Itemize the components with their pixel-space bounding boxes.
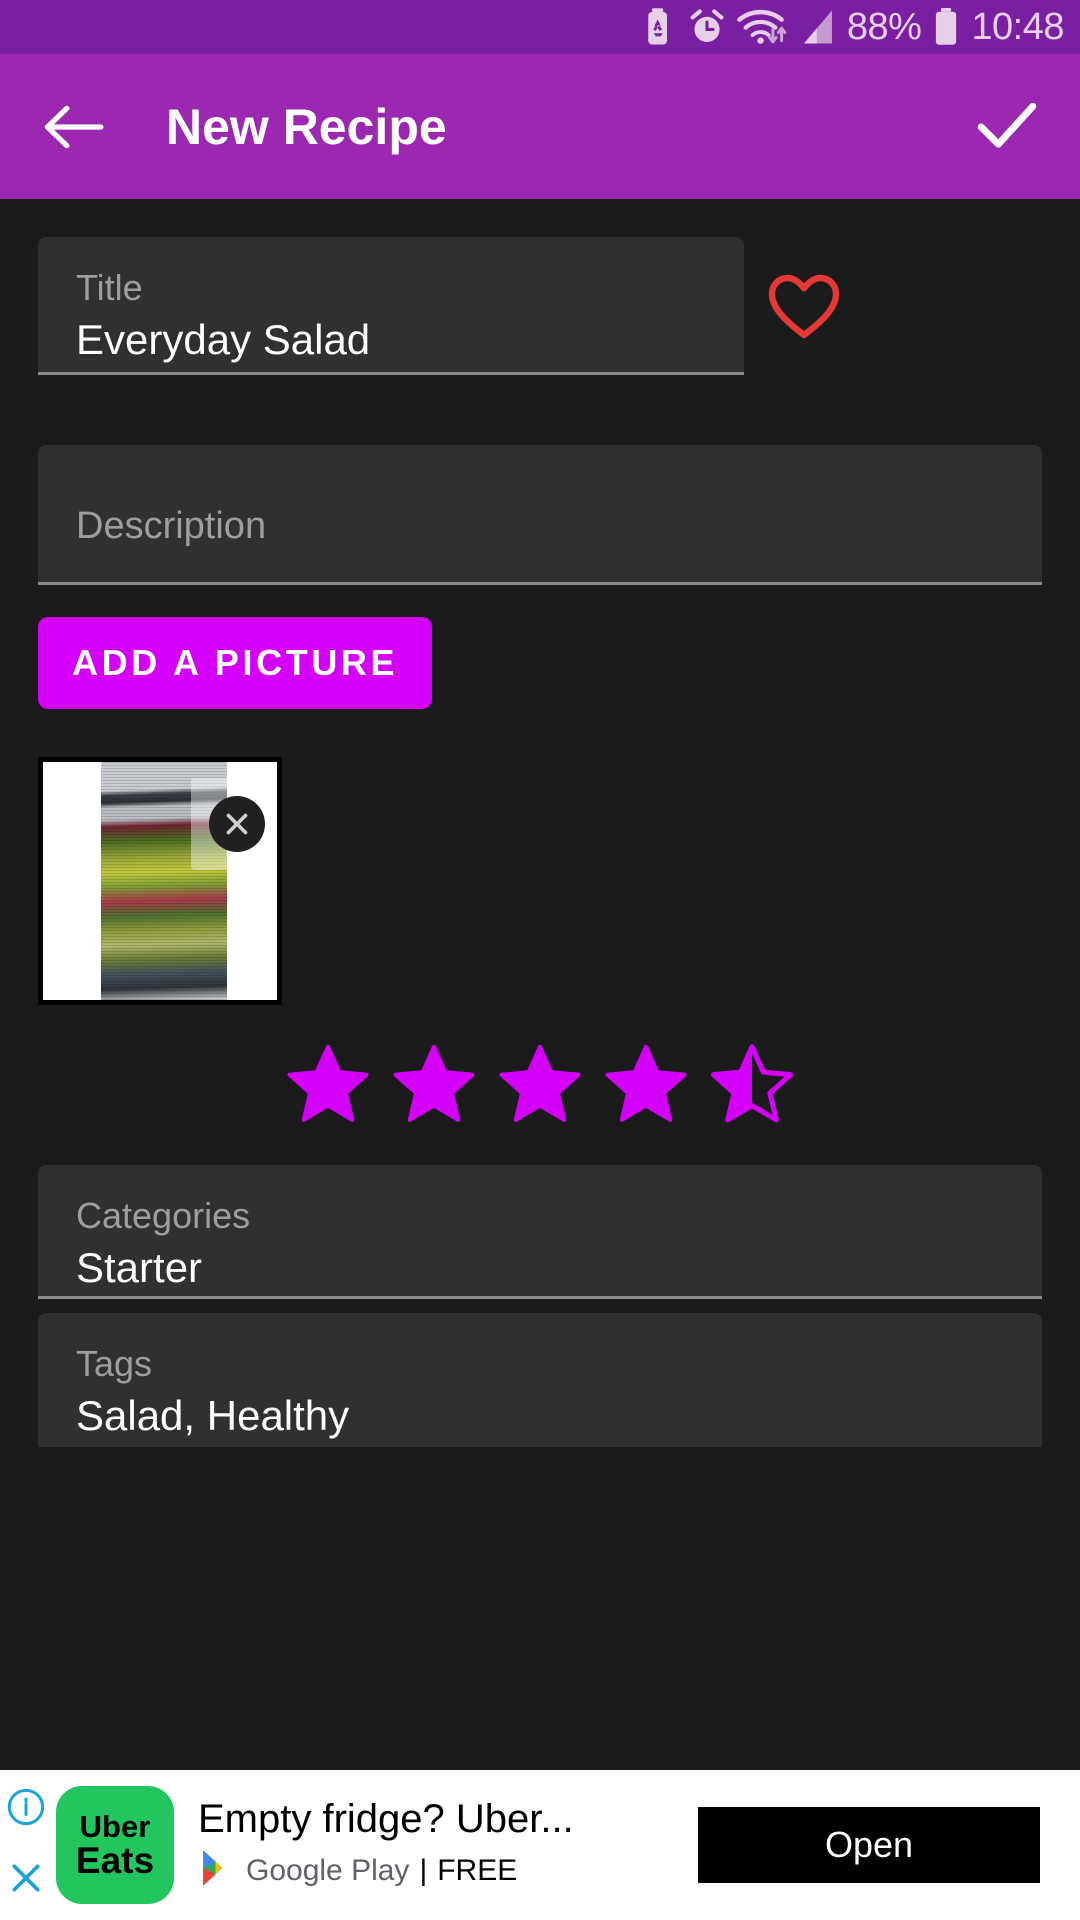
star-5-half-icon[interactable] [706, 1041, 798, 1129]
page-title: New Recipe [166, 98, 447, 155]
ad-text-block: Empty fridge? Uber... Google Play | FREE [198, 1797, 574, 1893]
app-root: 88% 10:48 New Recipe Title Everyday Sala… [0, 0, 1080, 1920]
categories-value: Starter [76, 1244, 203, 1291]
ad-brand-line2: Eats [75, 1840, 155, 1881]
battery-icon [933, 8, 959, 46]
wifi-icon [737, 8, 789, 46]
description-input[interactable]: Description [38, 445, 1042, 585]
tags-input[interactable]: Tags Salad, Healthy [38, 1313, 1042, 1447]
app-bar: New Recipe [0, 54, 1080, 199]
rating-stars[interactable] [38, 1039, 1042, 1131]
add-picture-button[interactable]: ADD A PICTURE [38, 617, 433, 709]
ad-banner[interactable]: Uber Eats Empty fridge? Uber... Google P… [0, 1770, 1080, 1920]
battery-saver-icon [647, 8, 677, 46]
ad-store-label: Google Play [246, 1853, 410, 1887]
favorite-toggle[interactable] [744, 273, 864, 339]
categories-input[interactable]: Categories Starter [38, 1165, 1042, 1299]
back-arrow-icon[interactable] [42, 103, 104, 151]
ad-subline: Google Play | FREE [198, 1848, 574, 1893]
clock-label: 10:48 [971, 6, 1064, 48]
ad-open-button[interactable]: Open [698, 1807, 1040, 1883]
alarm-icon [689, 8, 725, 46]
picture-thumbnail-area [38, 757, 328, 1005]
uber-eats-logo: Uber Eats [56, 1786, 174, 1904]
status-bar: 88% 10:48 [0, 0, 1080, 54]
confirm-check-icon[interactable] [976, 101, 1038, 153]
description-placeholder: Description [76, 505, 267, 547]
cellular-signal-icon [801, 8, 835, 46]
star-2-icon[interactable] [388, 1041, 480, 1129]
recipe-form: Title Everyday Salad Description ADD A P… [0, 199, 1080, 1770]
ad-info-icon[interactable] [6, 1787, 46, 1832]
remove-picture-button[interactable] [191, 778, 277, 870]
picture-thumbnail[interactable] [38, 757, 282, 1005]
tags-value: Salad, Healthy [76, 1392, 350, 1439]
ad-price-label: FREE [437, 1853, 518, 1887]
ad-headline: Empty fridge? Uber... [198, 1797, 574, 1841]
ad-separator: | [419, 1853, 428, 1887]
ad-close-icon[interactable] [6, 1858, 46, 1903]
title-label: Title [76, 267, 143, 308]
star-1-icon[interactable] [282, 1041, 374, 1129]
title-row: Title Everyday Salad [38, 199, 1042, 375]
ad-controls [6, 1787, 46, 1903]
categories-label: Categories [76, 1195, 251, 1236]
heart-icon [768, 274, 840, 339]
tags-label: Tags [76, 1343, 153, 1384]
title-input[interactable]: Title Everyday Salad [38, 237, 744, 375]
title-value: Everyday Salad [76, 316, 371, 363]
close-icon [209, 796, 265, 852]
star-3-icon[interactable] [494, 1041, 586, 1129]
ad-brand-line1: Uber [79, 1809, 151, 1844]
star-4-icon[interactable] [600, 1041, 692, 1129]
google-play-icon [198, 1848, 236, 1893]
battery-percent-label: 88% [846, 6, 922, 48]
